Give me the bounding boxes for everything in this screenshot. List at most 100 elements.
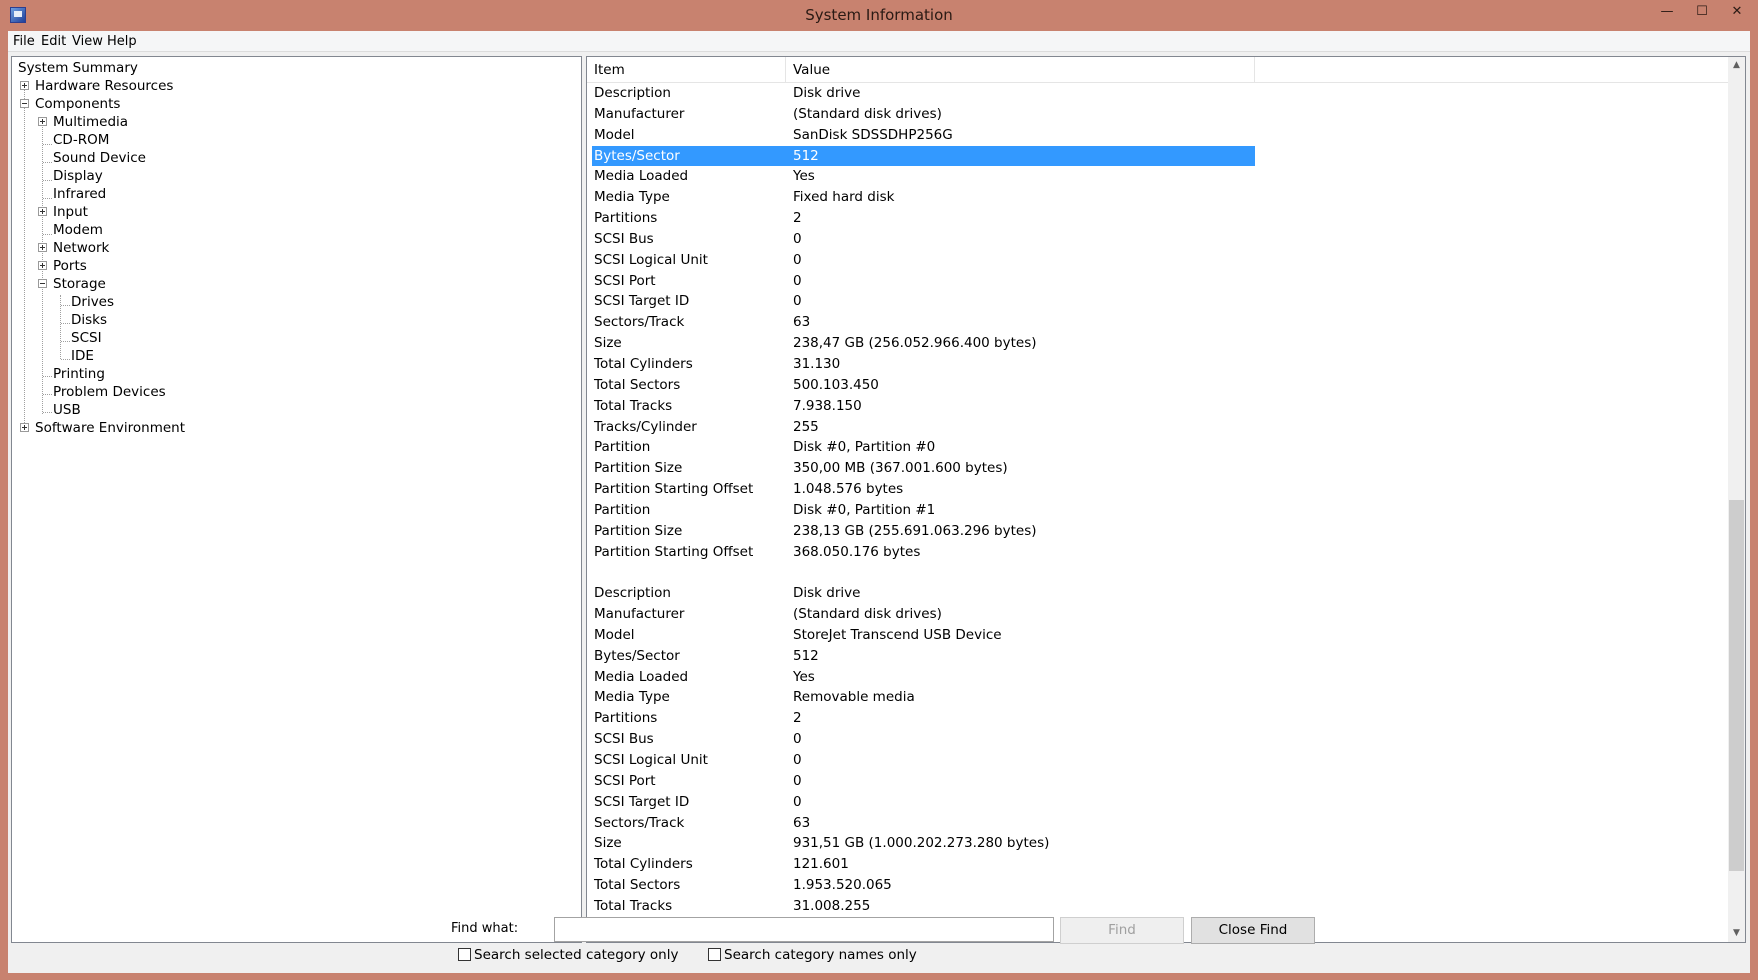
list-rows: Description Disk drive Manufacturer (Standa… [587,83,1729,917]
table-row[interactable]: Partition Starting Offset 1.048.576 bytes [587,479,1729,500]
table-row[interactable]: Partition Size 350,00 MB (367.001.600 byt… [587,458,1729,479]
table-row[interactable]: Description Disk drive [587,83,1729,104]
table-row[interactable]: Media Loaded Yes [587,166,1729,187]
tree-guide [43,394,52,395]
collapse-icon[interactable] [20,99,29,108]
table-row[interactable]: SCSI Logical Unit 0 [587,750,1729,771]
tree-item-input[interactable]: Input [53,202,88,222]
expand-icon[interactable] [38,207,47,216]
tree-guide [43,162,52,163]
table-row[interactable]: SCSI Bus 0 [587,229,1729,250]
checkbox-icon[interactable] [458,948,471,961]
menu-file[interactable]: File [13,34,35,49]
cell-item: Media Loaded [594,668,689,685]
scrollbar-thumb[interactable] [1729,500,1744,871]
table-row[interactable]: SCSI Target ID 0 [587,291,1729,312]
table-row[interactable]: Media Type Fixed hard disk [587,187,1729,208]
table-row[interactable]: SCSI Port 0 [587,771,1729,792]
table-row[interactable]: Total Sectors 1.953.520.065 [587,875,1729,896]
tree-item-hardware-resources[interactable]: Hardware Resources [35,76,173,96]
menu-help[interactable]: Help [107,34,137,49]
table-row[interactable]: Bytes/Sector 512 [587,145,1729,167]
table-row[interactable]: Total Cylinders 121.601 [587,854,1729,875]
tree-item-multimedia[interactable]: Multimedia [53,112,128,132]
table-row[interactable]: Model SanDisk SDSSDHP256G [587,125,1729,146]
tree-item-printing[interactable]: Printing [53,364,105,384]
tree-item-problem-devices[interactable]: Problem Devices [53,382,166,402]
table-row[interactable]: Model StoreJet Transcend USB Device [587,625,1729,646]
table-row[interactable]: Partition Starting Offset 368.050.176 byt… [587,542,1729,563]
maximize-button[interactable]: ☐ [1685,0,1719,26]
tree-item-display[interactable]: Display [53,166,103,186]
tree-item-network[interactable]: Network [53,238,109,258]
table-row[interactable]: Size 931,51 GB (1.000.202.273.280 bytes) [587,833,1729,854]
collapse-icon[interactable] [38,279,47,288]
scroll-up-icon[interactable]: ▲ [1728,57,1745,74]
tree-guide [61,323,70,324]
tree-item-ide[interactable]: IDE [71,346,94,366]
column-header-value[interactable]: Value [786,57,1255,83]
table-row[interactable]: Partition Disk #0, Partition #0 [587,437,1729,458]
category-tree[interactable]: System Summary Hardware Resources Compon… [11,56,582,943]
table-row[interactable]: Total Sectors 500.103.450 [587,375,1729,396]
tree-item-components[interactable]: Components [35,94,120,114]
search-category-names-checkbox[interactable]: Search category names only [708,947,917,963]
find-what-input[interactable] [554,917,1054,942]
cell-item: Total Tracks [594,897,673,914]
table-row[interactable]: Media Type Removable media [587,687,1729,708]
table-row[interactable]: Total Cylinders 31.130 [587,354,1729,375]
expand-icon[interactable] [38,261,47,270]
tree-item-disks[interactable]: Disks [71,310,107,330]
menu-view[interactable]: View [72,34,103,49]
search-selected-category-checkbox[interactable]: Search selected category only [458,947,678,963]
table-row[interactable]: Partitions 2 [587,208,1729,229]
table-row[interactable]: Total Tracks 31.008.255 [587,896,1729,917]
expand-icon[interactable] [38,243,47,252]
table-row[interactable]: Tracks/Cylinder 255 [587,417,1729,438]
expand-icon[interactable] [20,81,29,90]
vertical-scrollbar[interactable]: ▲ ▼ [1728,57,1745,942]
tree-item-modem[interactable]: Modem [53,220,103,240]
tree-item-ports[interactable]: Ports [53,256,87,276]
table-row[interactable]: Manufacturer (Standard disk drives) [587,604,1729,625]
table-row[interactable]: Description Disk drive [587,583,1729,604]
expand-icon[interactable] [20,423,29,432]
tree-item-storage[interactable]: Storage [53,274,106,294]
column-header-item[interactable]: Item [587,57,786,83]
tree-item-scsi[interactable]: SCSI [71,328,102,348]
close-find-button[interactable]: Close Find [1191,917,1315,944]
table-row[interactable]: Manufacturer (Standard disk drives) [587,104,1729,125]
tree-item-system-summary[interactable]: System Summary [18,58,138,78]
table-row[interactable]: Partition Disk #0, Partition #1 [587,500,1729,521]
minimize-button[interactable]: — [1649,0,1685,26]
checkbox-icon[interactable] [708,948,721,961]
tree-item-infrared[interactable]: Infrared [53,184,106,204]
tree-item-sound-device[interactable]: Sound Device [53,148,146,168]
table-row[interactable]: Media Loaded Yes [587,667,1729,688]
tree-item-drives[interactable]: Drives [71,292,114,312]
table-row[interactable]: Size 238,47 GB (256.052.966.400 bytes) [587,333,1729,354]
scroll-down-icon[interactable]: ▼ [1728,925,1745,942]
cell-value: 512 [793,647,819,664]
table-row[interactable]: SCSI Target ID 0 [587,792,1729,813]
tree-item-cd-rom[interactable]: CD-ROM [53,130,109,150]
details-list[interactable]: Item Value Description Disk drive Manufact… [586,56,1746,943]
cell-item: Partition [594,501,651,518]
tree-item-usb[interactable]: USB [53,400,81,420]
table-row[interactable]: SCSI Port 0 [587,271,1729,292]
cell-item: Media Loaded [594,168,689,185]
table-row[interactable]: Bytes/Sector 512 [587,646,1729,667]
tree-item-software-environment[interactable]: Software Environment [35,418,185,438]
menu-edit[interactable]: Edit [41,34,66,49]
table-row[interactable]: SCSI Logical Unit 0 [587,250,1729,271]
table-row[interactable]: Sectors/Track 63 [587,312,1729,333]
find-button[interactable]: Find [1060,917,1184,944]
close-button[interactable]: ✕ [1719,0,1755,26]
table-row[interactable]: SCSI Bus 0 [587,729,1729,750]
table-row[interactable]: Partition Size 238,13 GB (255.691.063.296… [587,521,1729,542]
table-row[interactable]: Sectors/Track 63 [587,813,1729,834]
table-row[interactable] [587,562,1729,583]
table-row[interactable]: Partitions 2 [587,708,1729,729]
table-row[interactable]: Total Tracks 7.938.150 [587,396,1729,417]
expand-icon[interactable] [38,117,47,126]
